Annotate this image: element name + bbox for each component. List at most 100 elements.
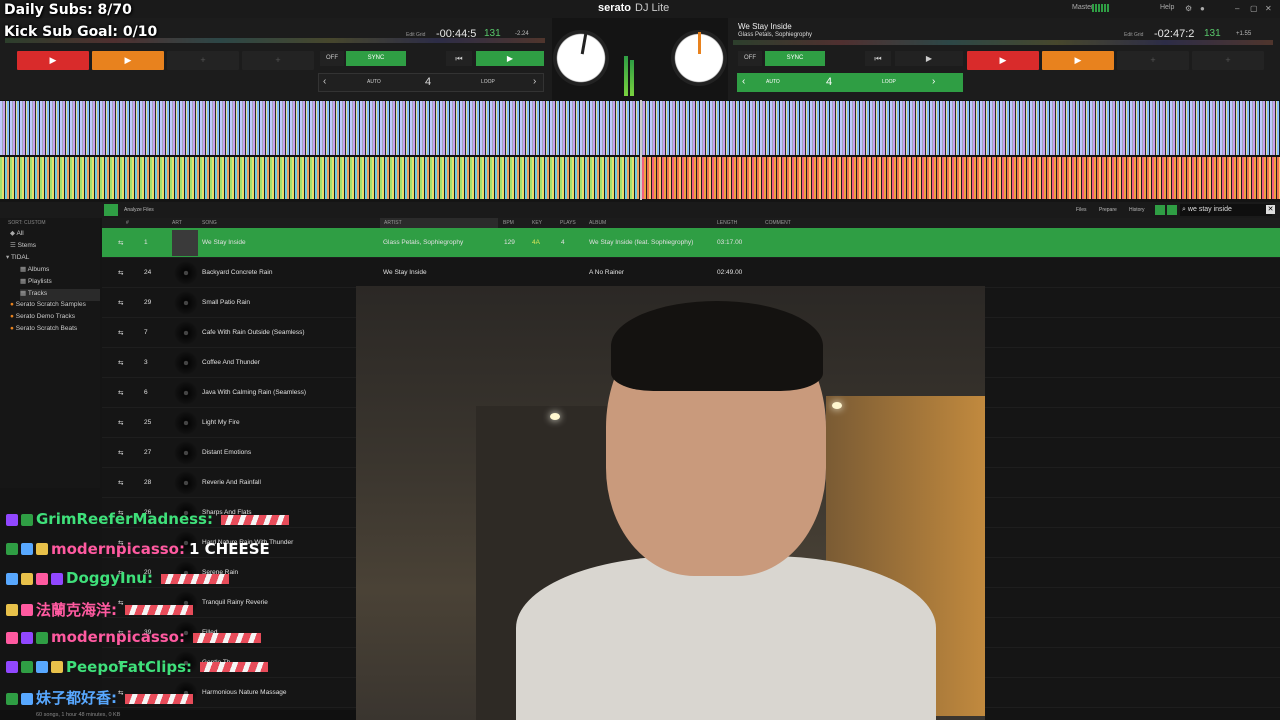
chat-username: 法蘭克海洋: — [36, 600, 117, 619]
chat-text: 1 CHEESE — [188, 539, 270, 558]
close-icon[interactable]: ✕ — [1265, 4, 1272, 13]
deck-right-edit-grid[interactable]: Edit Grid — [1124, 32, 1143, 38]
deck-left-remaining: -00:44:5 — [436, 28, 477, 40]
waveform-deck-right[interactable] — [0, 157, 640, 199]
right-previous-icon[interactable]: ⏮ — [865, 51, 891, 66]
sidebar-item-label: Albums — [27, 266, 50, 273]
waveform-deck-right-ahead[interactable] — [642, 157, 1280, 199]
folder-icon: ▦ — [20, 290, 28, 297]
search-input[interactable]: we stay inside — [1188, 206, 1232, 213]
deck-left-edit-grid[interactable]: Edit Grid — [406, 32, 425, 38]
col-bpm[interactable]: BPM — [503, 220, 514, 226]
cell-length: 02:49.00 — [717, 269, 743, 276]
history-button[interactable]: History — [1129, 207, 1145, 213]
chat-emote-icon — [220, 514, 289, 525]
col-album[interactable]: ALBUM — [589, 220, 606, 226]
sidebar-item-albums[interactable]: ▦ Albums — [20, 265, 100, 277]
search-clear-icon[interactable]: ✕ — [1266, 205, 1275, 214]
right-play-icon[interactable]: ▶ — [895, 51, 963, 66]
right-platter[interactable] — [671, 30, 727, 86]
twitch-badge-icon — [6, 543, 18, 555]
deck-right-pitch: +1.55 — [1236, 31, 1252, 37]
files-button[interactable]: Files — [1076, 207, 1087, 213]
col-key[interactable]: KEY — [532, 220, 542, 226]
table-row[interactable]: ⇆ 1 We Stay Inside Glass Petals, Sophiegrop… — [102, 228, 1280, 258]
left-loop-button[interactable]: LOOP — [481, 79, 495, 85]
deck-right-sync[interactable]: SYNC — [765, 51, 825, 66]
sidebar-item-serato-scratch-samples[interactable]: ● Serato Scratch Samples — [10, 301, 100, 313]
vinyl-icon — [174, 471, 198, 495]
deck-left-sync[interactable]: SYNC — [346, 51, 406, 66]
sidebar-item-tidal[interactable]: ▾ TIDAL — [6, 253, 100, 265]
level-meter-right — [630, 60, 634, 96]
col-song[interactable]: SONG — [202, 220, 217, 226]
preview-icon[interactable]: ⇆ — [118, 449, 123, 457]
account-icon[interactable]: ● — [1200, 4, 1205, 13]
right-loop-prev-icon[interactable]: ‹ — [742, 76, 745, 87]
right-auto-loop[interactable]: AUTO — [766, 79, 780, 85]
sidebar-item-stems[interactable]: ☰ Stems — [10, 241, 100, 253]
preview-icon[interactable]: ⇆ — [118, 419, 123, 427]
library-view-icon[interactable] — [104, 204, 118, 216]
prepare-button[interactable]: Prepare — [1099, 207, 1117, 213]
chat-emote-icon — [200, 662, 268, 672]
left-platter[interactable] — [553, 30, 609, 86]
sidebar-item-playlists[interactable]: ▦ Playlists — [20, 277, 100, 289]
minimize-icon[interactable]: – — [1235, 4, 1239, 13]
cell-num: 25 — [144, 419, 152, 426]
sidebar-item-tracks[interactable]: ▦ Tracks — [20, 289, 100, 301]
right-cue-3[interactable]: + — [1117, 51, 1189, 70]
deck-right-off[interactable]: OFF — [738, 51, 762, 66]
col-art[interactable]: ART — [172, 220, 182, 226]
chat-badge-icon — [21, 631, 33, 644]
preview-icon[interactable]: ⇆ — [118, 299, 123, 307]
chat-username: PeepoFatClips: — [66, 657, 192, 676]
sidebar-item-serato-scratch-beats[interactable]: ● Serato Scratch Beats — [10, 325, 100, 337]
col-plays[interactable]: PLAYS — [560, 220, 576, 226]
left-loop-next-icon[interactable]: › — [533, 76, 536, 87]
sidebar-item-all[interactable]: ◆ All — [10, 229, 100, 241]
help-menu[interactable]: Help — [1160, 4, 1174, 11]
filter-icon[interactable] — [1155, 205, 1165, 215]
library-search[interactable]: ⌕ we stay inside — [1180, 204, 1272, 216]
left-cue-4[interactable]: + — [242, 51, 314, 70]
chat-badge-icon — [21, 513, 33, 526]
col-num[interactable]: # — [126, 220, 129, 226]
deck-left-off[interactable]: OFF — [320, 51, 344, 66]
analyze-files-button[interactable]: Analyze Files — [124, 207, 154, 213]
preview-icon[interactable]: ⇆ — [118, 269, 123, 277]
settings-gear-icon[interactable]: ⚙ — [1185, 4, 1192, 13]
preview-icon[interactable]: ⇆ — [118, 329, 123, 337]
sidebar-item-serato-demo-tracks[interactable]: ● Serato Demo Tracks — [10, 313, 100, 325]
brand-name: serato — [598, 2, 632, 14]
left-cue-2[interactable]: ▶ — [92, 51, 164, 70]
maximize-icon[interactable]: ▢ — [1250, 4, 1258, 13]
col-comment[interactable]: COMMENT — [765, 220, 791, 226]
left-auto-loop[interactable]: AUTO — [367, 79, 381, 85]
overview-waveform-right[interactable] — [733, 40, 1273, 45]
left-previous-icon[interactable]: ⏮ — [446, 51, 472, 66]
left-cue-3[interactable]: + — [167, 51, 239, 70]
folder-icon: ☰ — [10, 242, 18, 249]
left-loop-prev-icon[interactable]: ‹ — [323, 76, 326, 87]
left-play-icon[interactable]: ▶ — [476, 51, 544, 66]
right-cue-2[interactable]: ▶ — [1042, 51, 1114, 70]
right-loop-button[interactable]: LOOP — [882, 79, 896, 85]
preview-icon[interactable]: ⇆ — [118, 389, 123, 397]
cell-num: 28 — [144, 479, 152, 486]
table-row[interactable]: ⇆ 24 Backyard Concrete Rain We Stay Inside A… — [102, 258, 1280, 288]
preview-icon[interactable]: ⇆ — [118, 359, 123, 367]
col-length[interactable]: LENGTH — [717, 220, 737, 226]
col-artist[interactable]: ARTIST — [380, 218, 498, 228]
right-cue-4[interactable]: + — [1192, 51, 1264, 70]
library-status: 60 songs, 1 hour 48 minutes, 0 KB — [0, 710, 356, 720]
cell-length: 03:17.00 — [717, 239, 743, 246]
all-filter-icon[interactable] — [1167, 205, 1177, 215]
preview-icon[interactable]: ⇆ — [118, 479, 123, 487]
right-loop-next-icon[interactable]: › — [932, 76, 935, 87]
left-cue-1[interactable]: ▶ — [17, 51, 89, 70]
chat-badge-icon — [21, 604, 33, 616]
right-cue-1[interactable]: ▶ — [967, 51, 1039, 70]
sidebar-item-label: Tracks — [27, 290, 48, 297]
preview-icon[interactable]: ⇆ — [118, 239, 123, 247]
